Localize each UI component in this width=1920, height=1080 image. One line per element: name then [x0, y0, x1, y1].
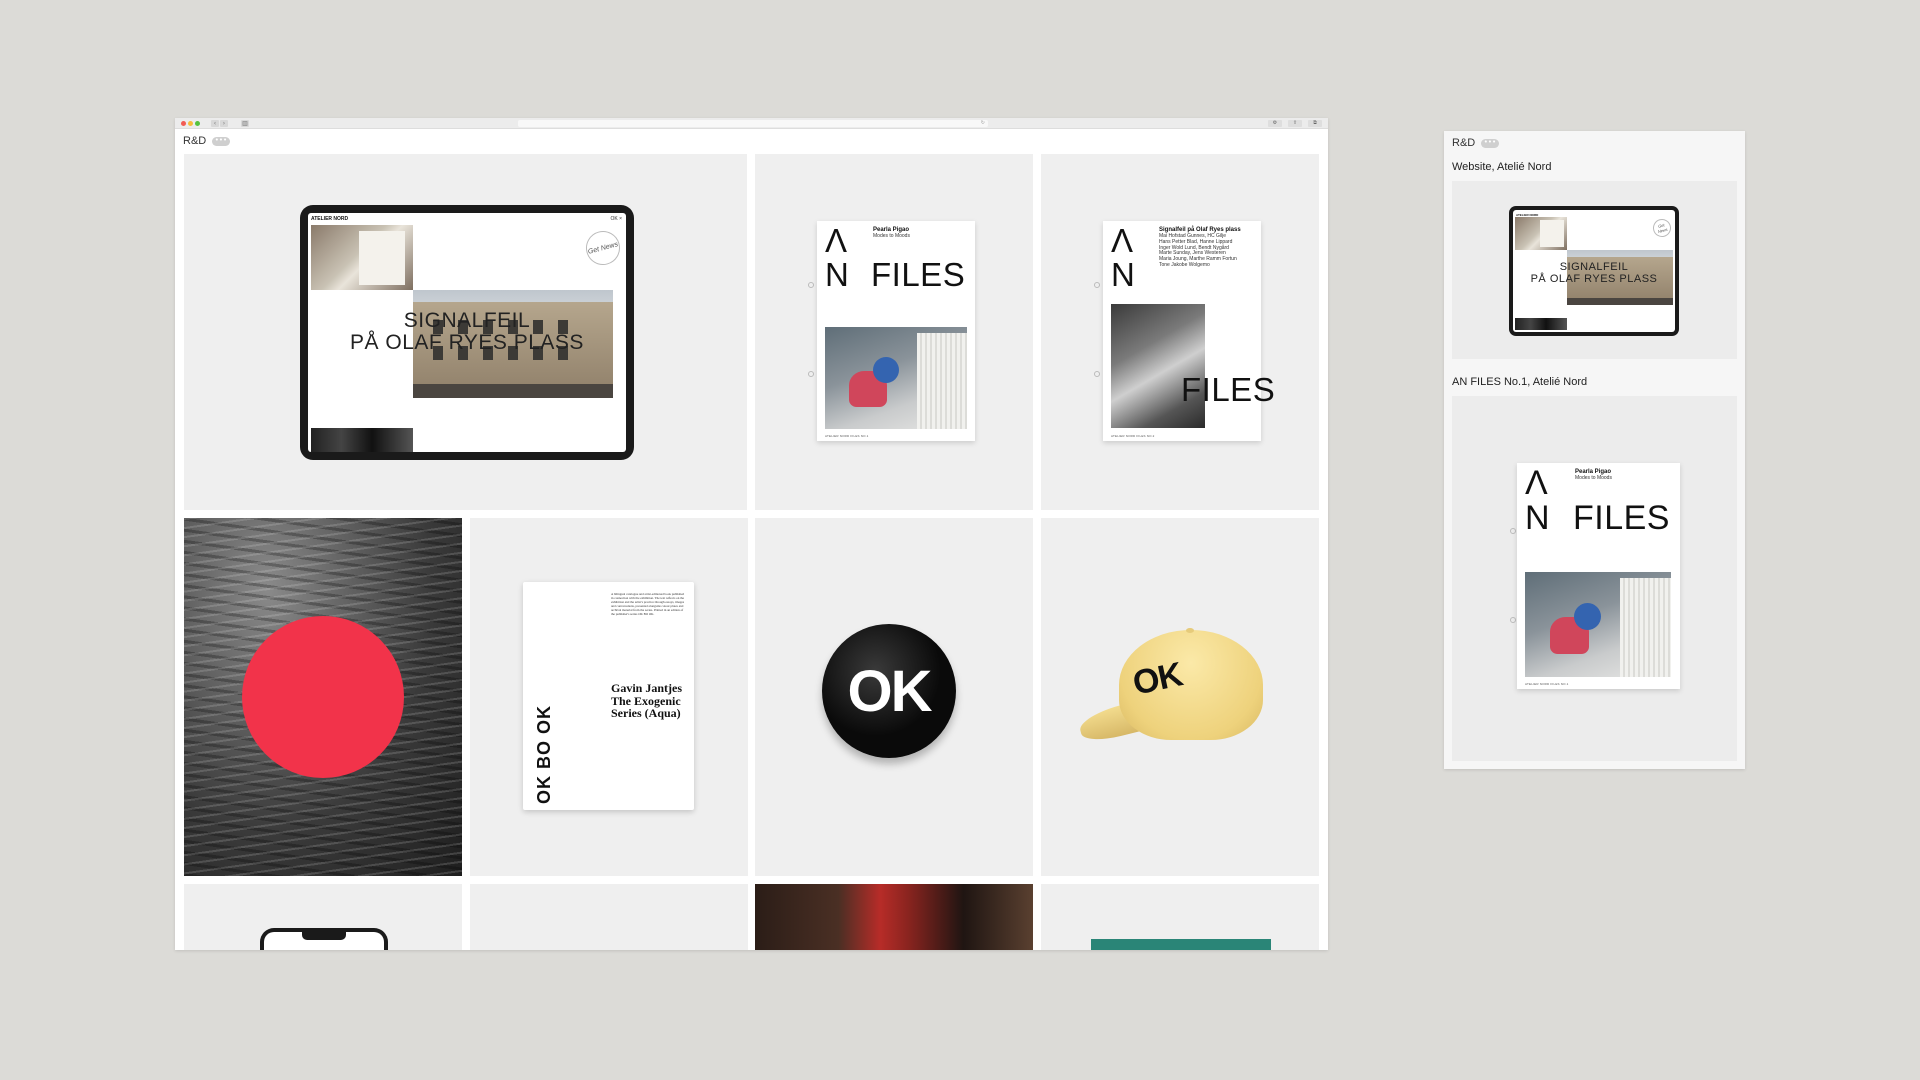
site-headline: SIGNALFEIL PÅ OLAF RYES PLASS: [350, 309, 584, 354]
files-wordmark: FILES: [871, 256, 966, 293]
share-button[interactable]: ⇪: [1288, 120, 1302, 127]
project-tile-ok-button[interactable]: OK: [755, 518, 1033, 876]
an-logo-a: Λ: [1525, 464, 1548, 502]
project-tile-ok-book[interactable]: OK BO OK A bilingual catalogue and artis…: [470, 518, 748, 876]
red-circle: [242, 616, 404, 778]
poster-photo: [825, 327, 967, 429]
tablet-mockup: ATELIER NORD OK × SIGNALFEIL PÅ OLAF RYE…: [300, 205, 634, 460]
project-tile-empty[interactable]: [470, 884, 748, 950]
poster-photo: [1525, 572, 1671, 677]
project-tile-red-dot[interactable]: [184, 518, 462, 876]
an-logo-a: Λ: [1111, 222, 1134, 259]
book-title: Gavin Jantjes The Exogenic Series (Aqua): [611, 681, 683, 721]
phone-notch: [302, 932, 346, 940]
hanger-hook: [1094, 371, 1100, 377]
an-files-poster: Λ N FILES Pearla Pigao Modes to Moods AT…: [1517, 463, 1680, 689]
files-wordmark: FILES: [1573, 499, 1670, 537]
tablet-screen: ATELIER NORD SIGNALFEIL PÅ OLAF RYES PLA…: [1513, 210, 1675, 332]
hanger-hook: [1510, 528, 1516, 534]
an-logo-n: N: [1111, 256, 1135, 293]
tablet-mockup: ATELIER NORD SIGNALFEIL PÅ OLAF RYES PLA…: [1509, 206, 1679, 336]
brand-link[interactable]: R&D: [183, 135, 206, 147]
poster-footer: ATELIER NORD FILES NO.1: [825, 434, 869, 438]
thumbnail-strip: [311, 428, 413, 452]
sidebar-toggle-button[interactable]: ▥: [241, 120, 249, 127]
poster-footer: ATELIER NORD FILES NO.1: [1525, 682, 1569, 686]
poster-subtitle: Modes to Moods: [1575, 475, 1612, 481]
project-tile-photo[interactable]: [755, 884, 1033, 950]
files-wordmark: FILES: [1181, 371, 1276, 408]
thumbnail-strip: [1515, 318, 1567, 330]
zoom-window-button[interactable]: [195, 121, 200, 126]
an-logo-n: N: [1525, 499, 1550, 537]
project-tile-phone[interactable]: [184, 884, 462, 950]
address-bar[interactable]: ↻: [518, 120, 988, 127]
panel-card-website[interactable]: ATELIER NORD SIGNALFEIL PÅ OLAF RYES PLA…: [1452, 181, 1737, 359]
open-book-photo: [1515, 217, 1567, 250]
back-button[interactable]: ‹: [211, 120, 219, 127]
site-nav: OK ×: [610, 216, 622, 222]
book-spine-title: OK BO OK: [534, 704, 554, 804]
phone-mockup: [260, 928, 388, 950]
site-headline: SIGNALFEIL PÅ OLAF RYES PLASS: [1530, 261, 1658, 285]
tabs-button[interactable]: ⧉: [1308, 120, 1322, 127]
book-body-text: A bilingual catalogue and artist-edition…: [611, 592, 685, 616]
open-book-photo: [311, 225, 413, 290]
an-files-poster: Λ N FILES Pearla Pigao Modes to Moods AT…: [817, 221, 975, 441]
page-header: R&D •••: [175, 129, 1328, 154]
settings-button[interactable]: ⚙: [1268, 120, 1282, 127]
poster-credits: Mai Hofstad Gunnes, HC Gilje Hans Petter…: [1159, 233, 1237, 268]
caption-website: Website, Atelié Nord: [1452, 161, 1552, 173]
hanger-hook: [1510, 617, 1516, 623]
hanger-hook: [808, 371, 814, 377]
panel-more-button[interactable]: •••: [1481, 139, 1499, 148]
detail-panel: R&D ••• Website, Atelié Nord ATELIER NOR…: [1444, 131, 1745, 769]
project-tile-ok-cap[interactable]: OK: [1041, 518, 1319, 876]
browser-titlebar: ‹ › ▥ ↻ ⚙ ⇪ ⧉: [175, 118, 1328, 129]
poster-photo: [1111, 304, 1205, 428]
hanger-hook: [808, 282, 814, 288]
caption-an-files: AN FILES No.1, Atelié Nord: [1452, 376, 1588, 388]
more-button[interactable]: •••: [212, 137, 230, 146]
hanger-hook: [1094, 282, 1100, 288]
browser-window: ‹ › ▥ ↻ ⚙ ⇪ ⧉ R&D ••• ATELIER NORD OK ×: [175, 118, 1328, 950]
poster-subtitle: Modes to Moods: [873, 233, 910, 239]
an-logo-n: N: [825, 256, 849, 293]
poster-footer: ATELIER NORD FILES NO.2: [1111, 434, 1155, 438]
project-tile-an-files-2[interactable]: Λ N Signalfeil på Olaf Ryes plass Mai Ho…: [1041, 154, 1319, 510]
get-news-badge: Get News: [1650, 216, 1674, 240]
reload-icon[interactable]: ↻: [981, 120, 985, 127]
tablet-screen: ATELIER NORD OK × SIGNALFEIL PÅ OLAF RYE…: [308, 213, 626, 452]
an-files-poster: Λ N Signalfeil på Olaf Ryes plass Mai Ho…: [1103, 221, 1275, 441]
close-window-button[interactable]: [181, 121, 186, 126]
site-logo: ATELIER NORD: [311, 216, 349, 222]
teal-object: [1091, 939, 1271, 950]
get-news-badge: Get News: [582, 227, 624, 269]
panel-brand-link[interactable]: R&D: [1452, 137, 1475, 149]
project-tile-teal[interactable]: [1041, 884, 1319, 950]
forward-button[interactable]: ›: [220, 120, 228, 127]
book-cover: OK BO OK A bilingual catalogue and artis…: [523, 582, 694, 810]
panel-card-an-files[interactable]: Λ N FILES Pearla Pigao Modes to Moods AT…: [1452, 396, 1737, 761]
ok-pin-badge: OK: [822, 624, 956, 758]
an-logo-a: Λ: [825, 222, 848, 259]
minimize-window-button[interactable]: [188, 121, 193, 126]
project-tile-website[interactable]: ATELIER NORD OK × SIGNALFEIL PÅ OLAF RYE…: [184, 154, 747, 510]
project-tile-an-files-1[interactable]: Λ N FILES Pearla Pigao Modes to Moods AT…: [755, 154, 1033, 510]
cap-top-button: [1186, 628, 1194, 633]
